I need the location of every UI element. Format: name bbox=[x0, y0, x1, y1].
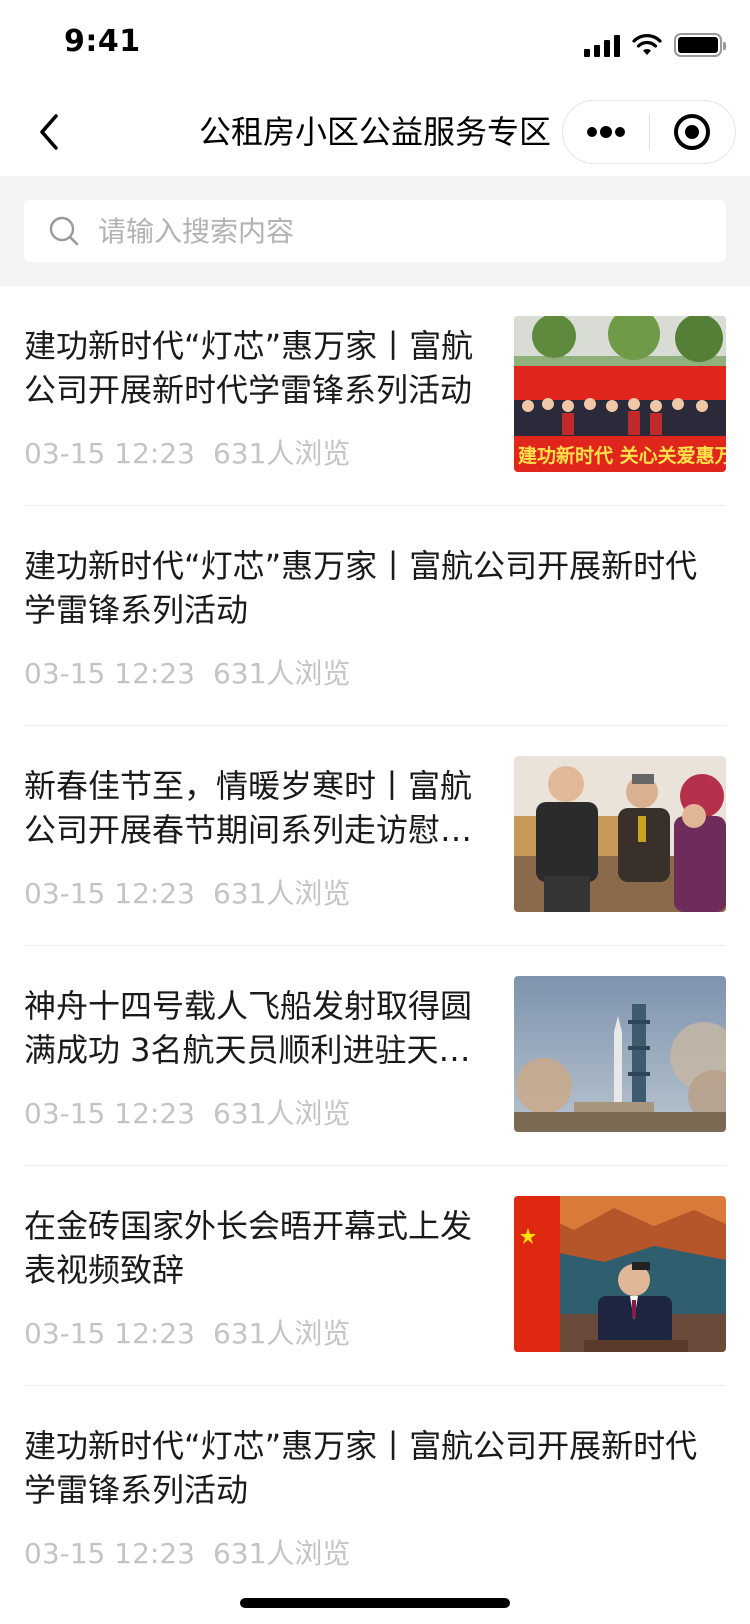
news-views: 631人浏览 bbox=[212, 657, 351, 690]
speech-with-flag-photo bbox=[514, 1196, 726, 1352]
search-box[interactable] bbox=[24, 200, 726, 262]
more-dots-icon bbox=[586, 126, 625, 138]
volunteers-banner-photo: 建功新时代 关心关爱惠万 bbox=[514, 316, 726, 472]
news-item[interactable]: 在金砖国家外长会晤开幕式上发表视频致辞 03-15 12:23 631人浏览 bbox=[24, 1166, 726, 1386]
news-title: 建功新时代“灯芯”惠万家丨富航公司开展新时代学雷锋系列活动 bbox=[24, 547, 698, 629]
news-date: 03-15 12:23 bbox=[24, 657, 195, 690]
rocket-launch-photo bbox=[514, 976, 726, 1132]
news-views: 631人浏览 bbox=[212, 1537, 351, 1570]
news-date: 03-15 12:23 bbox=[24, 1097, 195, 1130]
news-date: 03-15 12:23 bbox=[24, 1317, 195, 1350]
news-item[interactable]: 建功新时代“灯芯”惠万家丨富航公司开展新时代学雷锋系列活动 03-15 12:2… bbox=[24, 506, 726, 726]
news-date: 03-15 12:23 bbox=[24, 1537, 195, 1570]
news-date: 03-15 12:23 bbox=[24, 877, 195, 910]
navigation-bar: 公租房小区公益服务专区 bbox=[0, 88, 750, 176]
news-views: 631人浏览 bbox=[212, 1317, 351, 1350]
more-button[interactable] bbox=[563, 100, 649, 164]
status-bar: 9:41 bbox=[0, 0, 750, 88]
news-list: 建功新时代“灯芯”惠万家丨富航公司开展新时代学雷锋系列活动 03-15 12:2… bbox=[24, 286, 726, 1606]
news-title: 建功新时代“灯芯”惠万家丨富航公司开展新时代学雷锋系列活动 bbox=[24, 1427, 698, 1509]
news-title: 在金砖国家外长会晤开幕式上发表视频致辞 bbox=[24, 1207, 473, 1289]
news-title: 建功新时代“灯芯”惠万家丨富航公司开展新时代学雷锋系列活动 bbox=[24, 327, 474, 409]
status-icons bbox=[584, 30, 726, 60]
mini-program-capsule bbox=[562, 100, 736, 164]
news-title: 新春佳节至，情暖岁寒时丨富航公司开展春节期间系列走访慰问活动 bbox=[24, 767, 473, 849]
news-views: 631人浏览 bbox=[212, 877, 351, 910]
news-meta: 03-15 12:23 631人浏览 bbox=[24, 872, 350, 912]
news-meta: 03-15 12:23 631人浏览 bbox=[24, 652, 350, 692]
banner-text: 建功新时代 关心关爱惠万 bbox=[518, 444, 726, 467]
visiting-elderly-photo bbox=[514, 756, 726, 912]
news-meta: 03-15 12:23 631人浏览 bbox=[24, 1092, 350, 1132]
search-area bbox=[0, 176, 750, 286]
news-meta: 03-15 12:23 631人浏览 bbox=[24, 1532, 350, 1572]
news-meta: 03-15 12:23 631人浏览 bbox=[24, 432, 350, 472]
news-views: 631人浏览 bbox=[212, 1097, 351, 1130]
home-indicator bbox=[240, 1598, 510, 1608]
news-title: 神舟十四号载人飞船发射取得圆满成功 3名航天员顺利进驻天和核心舱 bbox=[24, 987, 473, 1069]
news-meta: 03-15 12:23 631人浏览 bbox=[24, 1312, 350, 1352]
news-item[interactable]: 建功新时代“灯芯”惠万家丨富航公司开展新时代学雷锋系列活动 03-15 12:2… bbox=[24, 286, 726, 506]
target-close-icon bbox=[674, 114, 711, 150]
wifi-icon bbox=[632, 34, 662, 55]
news-item[interactable]: 新春佳节至，情暖岁寒时丨富航公司开展春节期间系列走访慰问活动 03-15 12:… bbox=[24, 726, 726, 946]
status-time: 9:41 bbox=[64, 24, 141, 59]
news-views: 631人浏览 bbox=[212, 437, 351, 470]
news-item[interactable]: 神舟十四号载人飞船发射取得圆满成功 3名航天员顺利进驻天和核心舱 03-15 1… bbox=[24, 946, 726, 1166]
cellular-signal-icon bbox=[584, 33, 620, 57]
battery-icon bbox=[674, 33, 726, 57]
search-input[interactable] bbox=[98, 206, 698, 256]
close-mini-program-button[interactable] bbox=[650, 100, 736, 164]
news-item[interactable]: 建功新时代“灯芯”惠万家丨富航公司开展新时代学雷锋系列活动 03-15 12:2… bbox=[24, 1386, 726, 1606]
news-date: 03-15 12:23 bbox=[24, 437, 195, 470]
search-icon bbox=[49, 216, 79, 246]
